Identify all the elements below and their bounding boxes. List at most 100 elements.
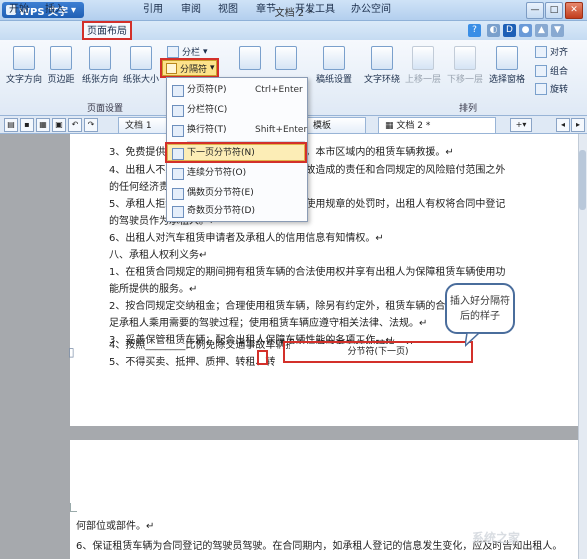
text-wrap-icon bbox=[371, 46, 393, 70]
continuous-section-icon bbox=[172, 168, 184, 180]
tab-view[interactable]: 视图 bbox=[213, 0, 243, 19]
skin-icon[interactable]: ◐ bbox=[487, 24, 500, 37]
open-icon[interactable]: ▤ bbox=[4, 118, 18, 132]
group-icon bbox=[535, 64, 547, 77]
chevron-down-icon: ▾ bbox=[203, 46, 208, 57]
close-button[interactable]: ✕ bbox=[565, 2, 583, 19]
doc-tab-active[interactable]: ▦ 文档 2 * bbox=[378, 117, 496, 133]
menu-item-next-page-section-break[interactable]: 下一页分节符(N) bbox=[167, 143, 307, 163]
tab-review[interactable]: 审阅 bbox=[176, 0, 206, 19]
paper-setup-icon bbox=[323, 46, 345, 70]
new-tab-icon[interactable]: +▾ bbox=[510, 118, 532, 132]
page-break-icon bbox=[172, 85, 184, 97]
doc-line: 何部位或部件。↵ bbox=[76, 521, 155, 532]
tab-chapter[interactable]: 章节 bbox=[251, 0, 281, 19]
tab-office-space[interactable]: 办公空间 bbox=[346, 0, 396, 19]
group-button[interactable]: 组合 bbox=[535, 64, 568, 77]
text-wrap-button[interactable]: 文字环绕 bbox=[362, 46, 402, 85]
text-direction-label: 文字方向 bbox=[5, 75, 42, 85]
caret-highlight bbox=[257, 350, 268, 365]
selection-pane-button[interactable]: 选择窗格 bbox=[488, 46, 526, 85]
page-color-button[interactable] bbox=[233, 46, 267, 72]
dropdown-divider bbox=[187, 141, 305, 142]
menu-item-even-section-break[interactable]: 偶数页分节符(E) bbox=[167, 183, 307, 203]
doc-line: 八、承租人权利义务↵ bbox=[109, 250, 208, 261]
user-icon[interactable]: ● bbox=[519, 24, 532, 37]
paper-size-label: 纸张大小 bbox=[122, 75, 159, 85]
separator-icon bbox=[166, 62, 177, 74]
menu-item-shortcut: Shift+Enter bbox=[255, 125, 308, 135]
rotate-icon bbox=[535, 82, 547, 95]
tab-home[interactable]: 开始 bbox=[4, 0, 34, 19]
redo-icon[interactable]: ↷ bbox=[84, 118, 98, 132]
scrollbar-thumb[interactable] bbox=[579, 150, 586, 210]
selection-pane-icon bbox=[496, 46, 518, 70]
page-border-button[interactable] bbox=[269, 46, 303, 72]
menu-item-column-break[interactable]: 分栏符(C) bbox=[167, 100, 307, 120]
page-color-icon bbox=[239, 46, 261, 70]
align-label: 对齐 bbox=[550, 48, 569, 58]
menu-item-label: 分页符(P) bbox=[187, 85, 227, 95]
menu-item-line-break[interactable]: 换行符(T) Shift+Enter bbox=[167, 120, 307, 140]
share-icon[interactable]: ▼ bbox=[551, 24, 564, 37]
move-up-button[interactable]: 上移一层 bbox=[404, 46, 442, 85]
group-label: 组合 bbox=[550, 67, 569, 77]
menu-item-label: 奇数页分节符(D) bbox=[187, 206, 255, 216]
text-wrap-label: 文字环绕 bbox=[363, 75, 400, 85]
doc-line: 6、出租人对汽车租赁申请者及承租人的信用信息有知情权。↵ bbox=[109, 233, 384, 244]
paragraph-handle-icon[interactable]: ▯ bbox=[68, 345, 75, 359]
move-down-button[interactable]: 下移一层 bbox=[446, 46, 484, 85]
separator-button[interactable]: 分隔符 ▾ bbox=[160, 58, 219, 78]
paper-size-button[interactable]: 纸张大小 bbox=[122, 46, 160, 85]
doc-tab-template[interactable]: 模板 bbox=[306, 117, 366, 133]
preview-icon[interactable]: ▣ bbox=[52, 118, 66, 132]
watermark-text: 系统之家 bbox=[472, 531, 521, 545]
save-icon[interactable]: ▪ bbox=[20, 118, 34, 132]
menu-item-label: 偶数页分节符(E) bbox=[187, 188, 254, 198]
margins-button[interactable]: 页边距 bbox=[46, 46, 76, 85]
move-up-label: 上移一层 bbox=[404, 75, 441, 85]
move-down-label: 下移一层 bbox=[446, 75, 483, 85]
orientation-label: 纸张方向 bbox=[81, 75, 118, 85]
menu-item-label: 下一页分节符(N) bbox=[187, 148, 255, 158]
menu-item-page-break[interactable]: 分页符(P) Ctrl+Enter bbox=[167, 80, 307, 100]
selection-pane-label: 选择窗格 bbox=[488, 75, 525, 85]
page-border-icon bbox=[275, 46, 297, 70]
menu-item-label: 连续分节符(O) bbox=[187, 168, 247, 178]
tab-developer[interactable]: 开发工具 bbox=[290, 0, 340, 19]
section-break-highlight bbox=[283, 341, 473, 363]
help-icon[interactable]: ? bbox=[468, 24, 481, 37]
doc-line: 足承租人乘用需要的驾驶过程；使用租赁车辆应遵守相关法律、法规。↵ bbox=[109, 318, 428, 329]
menu-item-continuous-section-break[interactable]: 连续分节符(O) bbox=[167, 163, 307, 183]
doc-tab-1[interactable]: 文档 1 bbox=[118, 117, 168, 133]
d-icon[interactable]: D bbox=[503, 24, 516, 37]
chevron-down-icon: ▾ bbox=[210, 63, 215, 73]
tab-left-icon[interactable]: ◂ bbox=[556, 118, 570, 132]
tab-right-icon[interactable]: ▸ bbox=[571, 118, 585, 132]
doc-tab-1-label: 文档 1 bbox=[125, 121, 152, 131]
margins-label: 页边距 bbox=[47, 75, 75, 85]
odd-section-icon bbox=[172, 206, 184, 218]
orientation-button[interactable]: 纸张方向 bbox=[80, 46, 120, 85]
text-direction-icon bbox=[13, 46, 35, 70]
annotation-text: 插入好分隔符后的样子 bbox=[450, 295, 510, 322]
separator-label: 分隔符 bbox=[180, 64, 208, 75]
align-button[interactable]: 对齐 bbox=[535, 45, 568, 58]
doc-line: 1、在租赁合同规定的期间拥有租赁车辆的合法使用权并享有出租人为保障租赁车辆使用功 bbox=[109, 267, 506, 278]
text-direction-button[interactable]: 文字方向 bbox=[4, 46, 44, 85]
tab-insert[interactable]: 插入 bbox=[40, 0, 70, 19]
rotate-label: 旋转 bbox=[550, 85, 569, 95]
tab-references[interactable]: 引用 bbox=[138, 0, 168, 19]
maximize-button[interactable]: □ bbox=[545, 2, 563, 19]
undo-icon[interactable]: ↶ bbox=[68, 118, 82, 132]
tab-page-layout[interactable]: 页面布局 bbox=[82, 21, 132, 40]
minimize-button[interactable]: — bbox=[526, 2, 544, 19]
print-icon[interactable]: ▦ bbox=[36, 118, 50, 132]
columns-button[interactable]: 分栏 ▾ bbox=[167, 45, 208, 58]
align-icon bbox=[535, 45, 547, 58]
line-break-icon bbox=[172, 125, 184, 137]
settings-icon[interactable]: ▲ bbox=[535, 24, 548, 37]
rotate-button[interactable]: 旋转 bbox=[535, 82, 568, 95]
menu-item-odd-section-break[interactable]: 奇数页分节符(D) bbox=[167, 201, 307, 221]
paper-setup-button[interactable]: 稿纸设置 bbox=[312, 46, 356, 85]
